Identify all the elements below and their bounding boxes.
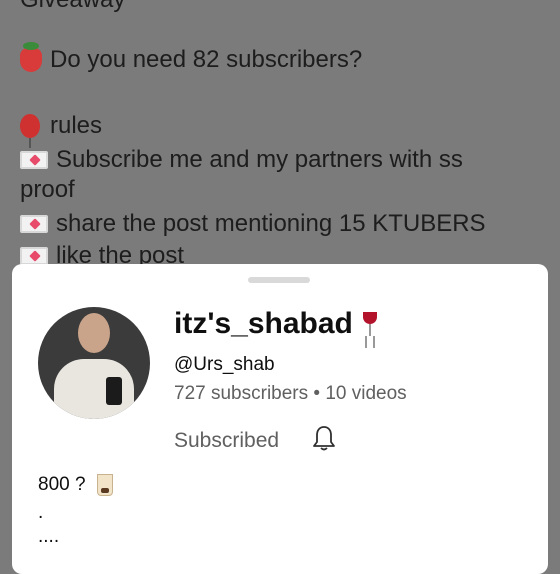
post-giveaway-text: Giveaway: [20, 0, 125, 14]
description-line-3: ....: [38, 526, 60, 547]
post-line-giveaway: Giveaway: [20, 0, 125, 14]
channel-bottom-sheet: itz's_shabad @Urs_shab 727 subscribers •…: [12, 264, 548, 574]
subscribed-button[interactable]: Subscribed: [174, 429, 279, 453]
channel-name-text: itz's_shabad: [174, 307, 353, 340]
wine-glass-icon: [361, 310, 379, 338]
strawberry-icon: [20, 42, 42, 72]
love-letter-icon: [20, 247, 48, 265]
post-rule-2-text: share the post mentioning 15 KTUBERS: [56, 210, 486, 237]
sheet-drag-handle[interactable]: [248, 277, 310, 283]
post-line-rule-2: share the post mentioning 15 KTUBERS: [20, 210, 486, 238]
love-letter-icon: [20, 151, 48, 169]
channel-name[interactable]: itz's_shabad: [174, 307, 379, 341]
post-rules-text: rules: [50, 112, 103, 139]
bell-icon[interactable]: [312, 424, 336, 452]
channel-handle: @Urs_shab: [174, 354, 275, 375]
description-line-2: .: [38, 502, 44, 523]
channel-stats: 727 subscribers • 10 videos: [174, 383, 407, 404]
description-text: 800 ?: [38, 474, 86, 496]
post-line-rule-1: Subscribe me and my partners with ss: [20, 146, 463, 174]
description-line-1: 800 ?: [38, 474, 113, 496]
post-line-rule-1-cont: proof: [20, 176, 75, 204]
post-question-text: Do you need 82 subscribers?: [50, 46, 363, 73]
avatar[interactable]: [38, 307, 150, 419]
post-rule-1-text: Subscribe me and my partners with ss: [56, 146, 463, 173]
balloon-icon: [20, 114, 40, 148]
bubble-tea-icon: [96, 474, 113, 496]
post-line-question: Do you need 82 subscribers?: [20, 42, 363, 74]
post-rule-1-cont-text: proof: [20, 176, 75, 203]
post-line-rules: rules: [20, 112, 103, 148]
love-letter-icon: [20, 215, 48, 233]
